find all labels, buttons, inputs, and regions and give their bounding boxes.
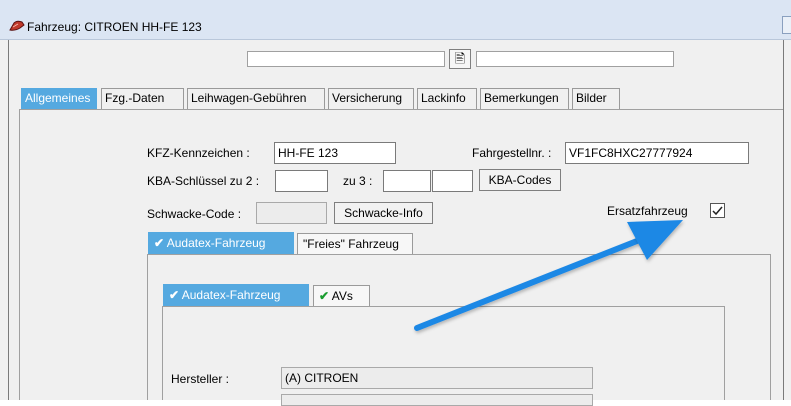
document-button[interactable]: 🖹	[449, 49, 471, 69]
model-field[interactable]	[281, 394, 593, 406]
tab-leihwagen-gebuehren[interactable]: Leihwagen-Gebühren	[187, 88, 325, 109]
car-icon	[9, 20, 25, 31]
schwacke-label: Schwacke-Code :	[147, 207, 242, 221]
kba-schluessel-3b-input[interactable]	[432, 170, 473, 192]
tab-versicherung[interactable]: Versicherung	[328, 88, 414, 109]
ersatzfahrzeug-checkbox[interactable]	[710, 203, 725, 218]
kfz-label: KFZ-Kennzeichen :	[147, 146, 250, 160]
tab-bemerkungen[interactable]: Bemerkungen	[480, 88, 569, 109]
check-icon: ✔	[169, 288, 180, 302]
kba-schluessel-3a-input[interactable]	[383, 170, 431, 192]
tab-avs[interactable]: ✔ AVs	[313, 285, 370, 307]
check-icon: ✔	[319, 289, 330, 303]
fahrgestellnr-input[interactable]: VF1FC8HXC27777924	[565, 142, 749, 164]
check-icon: ✔	[154, 236, 165, 250]
toolbar-field-right[interactable]	[476, 51, 674, 67]
kba-codes-button[interactable]: KBA-Codes	[479, 169, 561, 191]
frame-border-left	[8, 40, 9, 400]
window-title: Fahrzeug: CITROEN HH-FE 123	[27, 20, 202, 34]
tab-label: AVs	[331, 289, 353, 303]
frame-border-right	[783, 40, 784, 400]
toolbar-field-left[interactable]	[247, 51, 445, 67]
tab-freies-fahrzeug[interactable]: "Freies" Fahrzeug	[297, 233, 413, 255]
document-icon: 🖹	[454, 51, 466, 66]
tab-bilder[interactable]: Bilder	[572, 88, 620, 109]
kba-label: KBA-Schlüssel zu 2 :	[147, 174, 260, 188]
hersteller-label: Hersteller :	[171, 372, 230, 386]
tab-label: Audatex-Fahrzeug	[181, 288, 281, 302]
kba-zu3-label: zu 3 :	[343, 174, 373, 188]
tab-lackinfo[interactable]: Lackinfo	[417, 88, 477, 109]
fahrgestell-label: Fahrgestellnr. :	[472, 146, 552, 160]
tab-allgemeines[interactable]: Allgemeines	[21, 88, 97, 109]
tab-label: Audatex-Fahrzeug	[166, 236, 266, 250]
checkmark-icon	[712, 206, 723, 216]
tab-audatex-fahrzeug[interactable]: ✔ Audatex-Fahrzeug	[148, 232, 294, 254]
tab-fzg-daten[interactable]: Fzg.-Daten	[101, 88, 184, 109]
hersteller-field[interactable]: (A) CITROEN	[281, 367, 593, 389]
kba-schluessel-2-input[interactable]	[275, 170, 328, 192]
schwacke-code-input[interactable]	[256, 202, 327, 224]
tab-audatex-fahrzeug-sub[interactable]: ✔ Audatex-Fahrzeug	[163, 284, 309, 306]
window-control-button[interactable]	[782, 16, 791, 34]
annotation-arrow-icon	[414, 220, 683, 331]
kfz-kennzeichen-input[interactable]: HH-FE 123	[274, 142, 396, 164]
